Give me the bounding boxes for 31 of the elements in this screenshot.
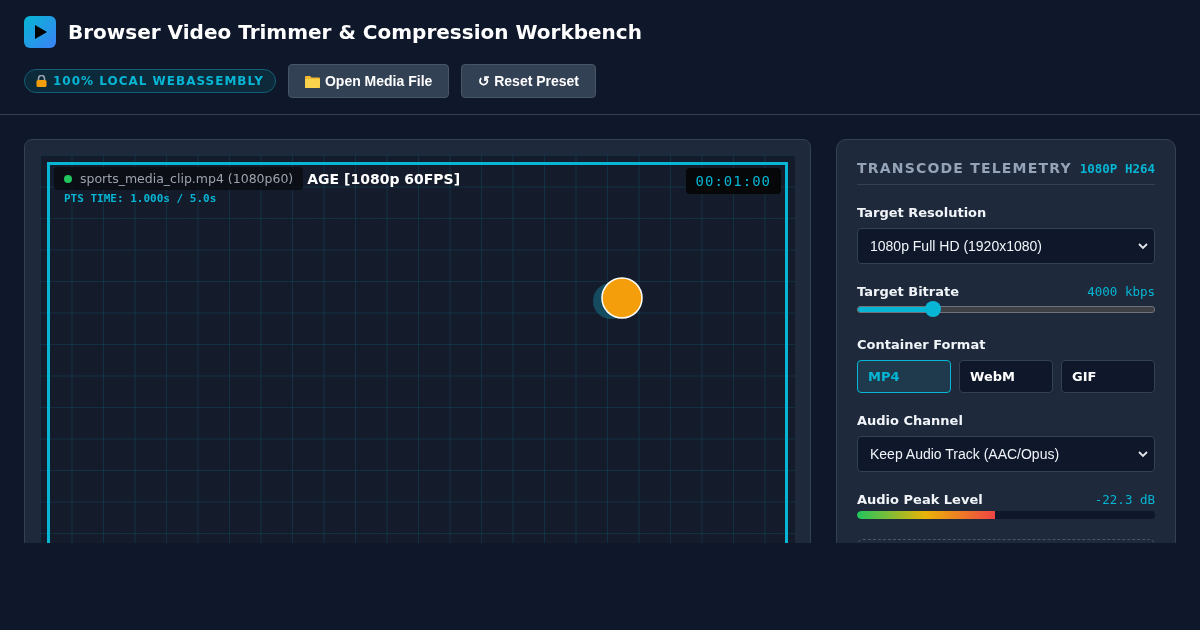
badge-text: 100% LOCAL WEBASSEMBLY [53,74,264,88]
field-label: Target Bitrate [857,284,960,299]
ball-drawing [592,277,644,321]
field-label: Container Format [857,337,987,352]
resolution-select[interactable]: 1080p Full HD (1920x1080) [857,228,1155,264]
lock-icon [36,75,47,87]
status-dot [64,174,72,183]
chevron-icon [1138,242,1148,250]
field-label: Audio Peak Level [857,492,983,507]
field-label: Target Resolution [857,205,988,220]
format-option[interactable]: WebM [959,360,1053,393]
pts-time: PTS TIME: 1.000s / 5.0s [63,192,218,205]
audio-select[interactable]: Keep Audio Track (AAC/Opus) [857,436,1155,472]
open-file-button[interactable]: Open Media File [287,64,450,98]
folder-icon [304,74,320,88]
format-option[interactable]: GIF [1061,360,1155,393]
format-option[interactable]: MP4 [857,360,951,393]
timecode: 00:01:00 [685,168,781,194]
footage-caption: AGE [1080p 60FPS] [307,170,461,187]
peak-reading: -22.3 dB [1094,492,1155,507]
slider-thumb[interactable] [925,300,942,317]
codec-tag: 1080P H264 [1079,161,1155,176]
play-logo-icon [24,16,56,48]
panel-title: TRANSCODE TELEMETRY [857,160,1072,176]
app-title: Browser Video Trimmer & Compression Workbench [68,20,642,44]
file-name: sports_media_clip.mp4 (1080p60) [80,171,294,186]
reset-button[interactable]: ↺ Reset Preset [461,64,597,98]
bitrate-reading: 4000 kbps [1087,284,1155,299]
field-label: Audio Channel [857,413,964,428]
bitrate-slider[interactable] [857,301,1155,317]
chevron-icon [1138,450,1148,458]
